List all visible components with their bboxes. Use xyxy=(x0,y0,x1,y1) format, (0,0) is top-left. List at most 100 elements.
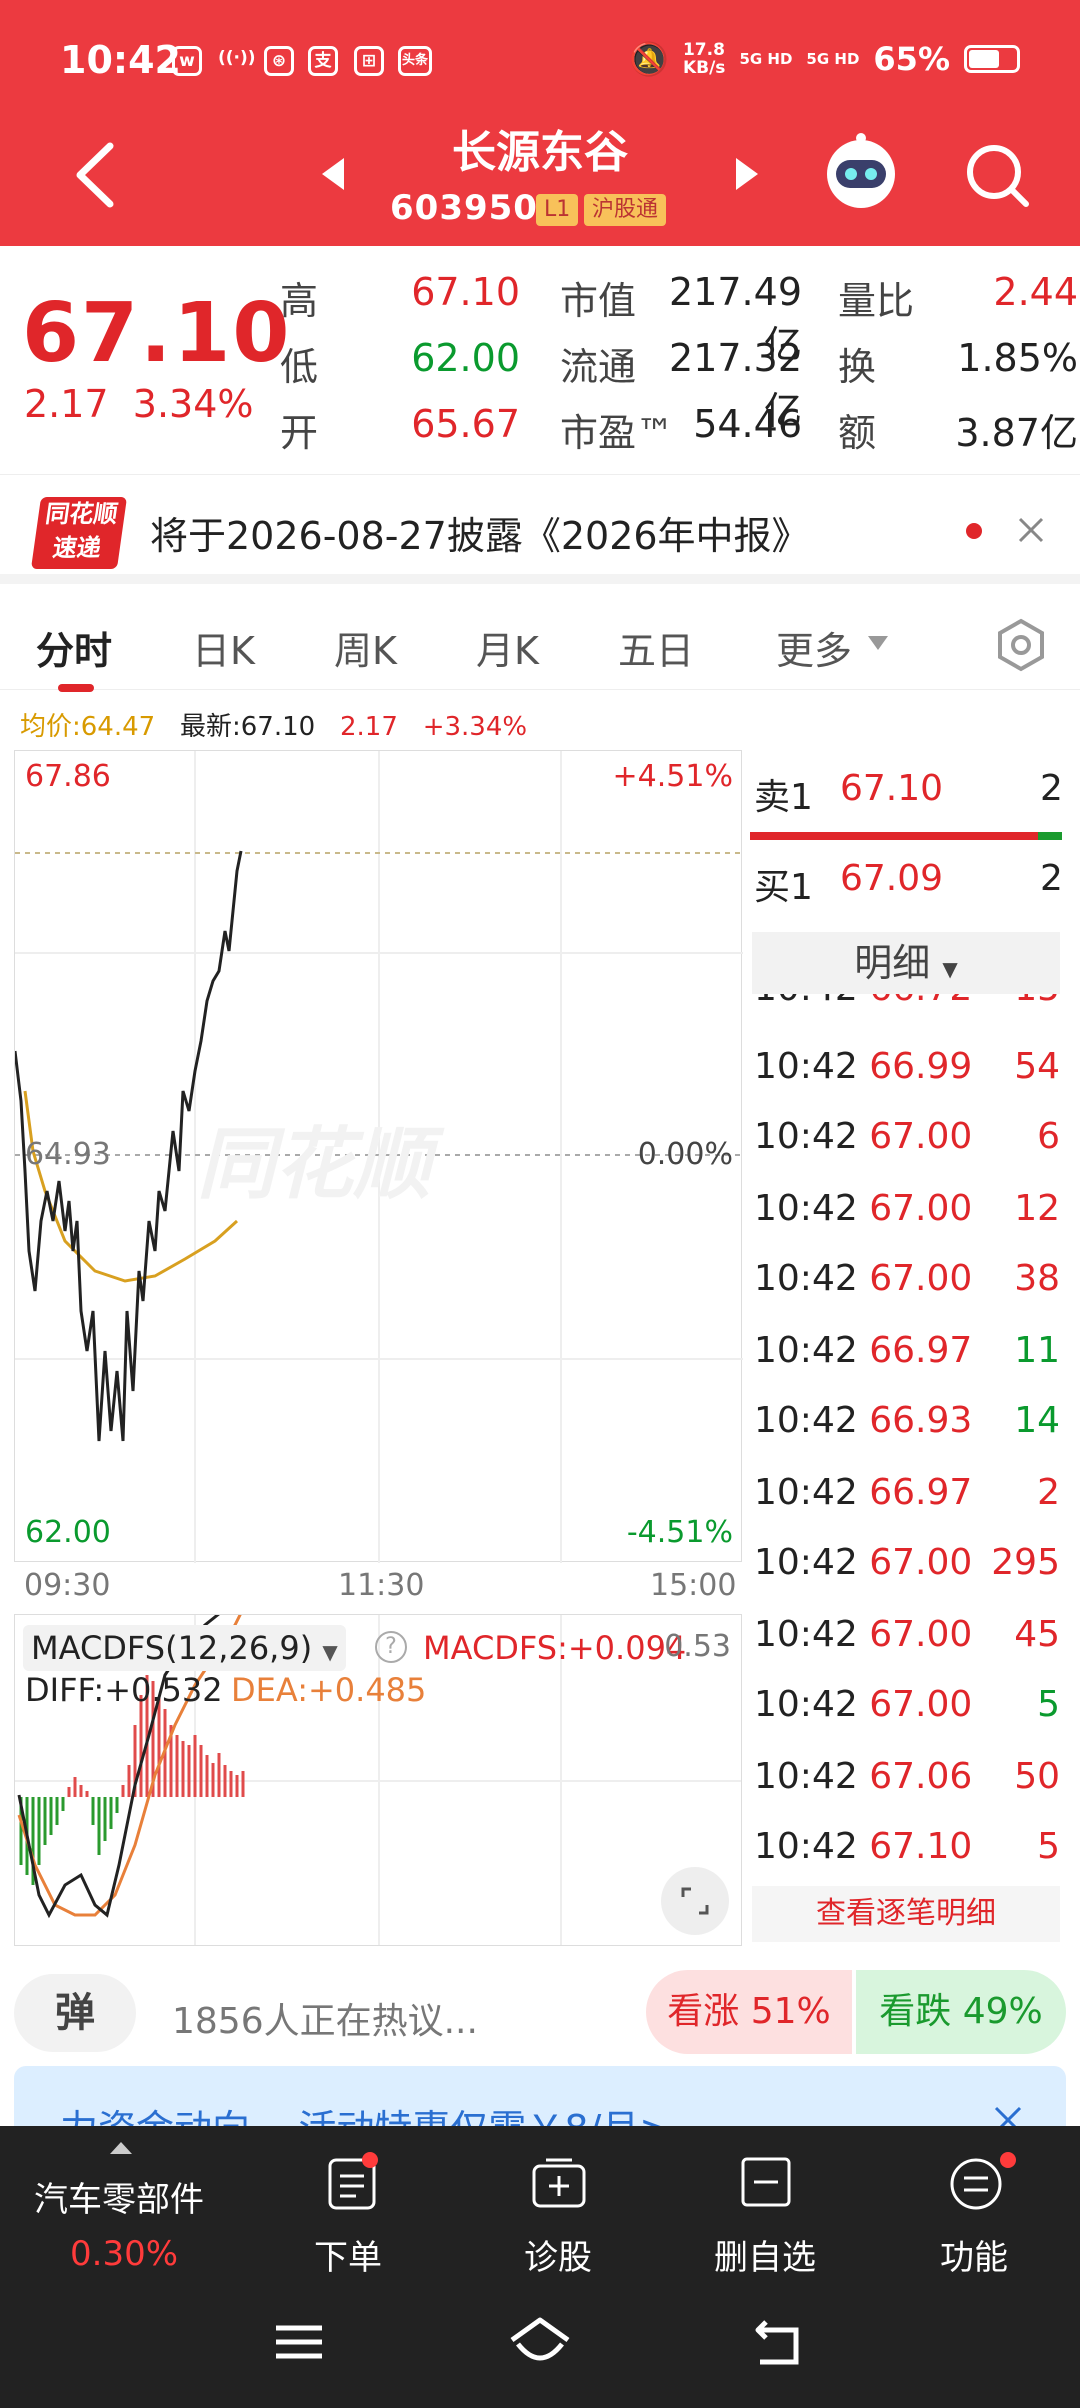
robot-assistant-icon[interactable] xyxy=(820,130,902,212)
nav-diagnose[interactable]: 诊股 xyxy=(524,2230,592,2279)
quote-panel: 67.10 2.17 3.34% 高 67.10 市值 217.49亿 量比 2… xyxy=(0,246,1080,472)
app-icon: ⊛ xyxy=(264,46,294,76)
remove-watchlist-icon[interactable] xyxy=(740,2156,792,2208)
intraday-chart[interactable]: 同花顺 67.86 +4.51% 64.93 0.00% 62.00 -4.51… xyxy=(14,750,743,1563)
list-item: 10:42 67.00 45 xyxy=(754,1614,1060,1655)
time-end: 15:00 xyxy=(650,1568,737,1603)
app-header: 10:42 w ((·)) ⊛ 支 ⊞ 头条 🔕 17.8 KB/s 5G HD… xyxy=(0,0,1080,246)
chevron-down-icon: ▼ xyxy=(942,957,958,981)
label-low: 低 xyxy=(280,345,319,389)
news-banner[interactable]: 同花顺 速递 将于2026-08-27披露《2026年中报》 xyxy=(0,474,1080,584)
menu-icon[interactable] xyxy=(274,2322,324,2362)
value-turnover: 1.85% xyxy=(957,336,1078,380)
back-nav-icon[interactable] xyxy=(752,2318,808,2366)
list-item: 10:42 67.00 12 xyxy=(754,1188,1060,1229)
vote-down-button[interactable]: 看跌 49% xyxy=(856,1970,1066,2054)
tab-weekly-k[interactable]: 周K xyxy=(334,620,397,675)
fullscreen-icon xyxy=(681,1887,709,1915)
search-icon[interactable] xyxy=(962,140,1032,210)
label-amount: 额 xyxy=(838,411,877,455)
list-item: 10:42 67.10 5 xyxy=(754,1826,1060,1867)
next-stock-icon[interactable] xyxy=(732,156,762,192)
danmu-toggle[interactable]: 弹 xyxy=(14,1974,136,2052)
fullscreen-button[interactable] xyxy=(661,1867,729,1935)
list-item: 10:42 66.99 54 xyxy=(754,1046,1060,1087)
avg-price: 均价:64.47 xyxy=(20,712,156,742)
chevron-up-icon xyxy=(110,2142,132,2154)
list-item: 10:42 67.00 38 xyxy=(754,1258,1060,1299)
label-mktcap: 市值 xyxy=(560,279,637,323)
banner-text: 将于2026-08-27披露《2026年中报》 xyxy=(150,514,810,558)
home-icon[interactable] xyxy=(508,2316,572,2366)
function-icon[interactable] xyxy=(946,2150,1020,2212)
tab-monthly-k[interactable]: 月K xyxy=(476,620,539,675)
vote-up-button[interactable]: 看涨 51% xyxy=(646,1970,852,2054)
bank-icon: ⊞ xyxy=(354,46,384,76)
help-icon[interactable]: ? xyxy=(375,1631,407,1663)
list-item: 10:42 67.00 5 xyxy=(754,1684,1060,1725)
stock-code: 603950 xyxy=(390,188,538,228)
battery-text: 65% xyxy=(873,40,950,78)
buy1-label: 买1 xyxy=(754,867,813,908)
tick-list[interactable]: 10:42 66.7215 10:42 66.9954 10:42 67.006… xyxy=(750,994,1066,1884)
buy1-volume: 2 xyxy=(1040,858,1063,899)
net-speed: 17.8 KB/s xyxy=(682,40,726,78)
tab-daily-k[interactable]: 日K xyxy=(192,620,255,675)
close-icon[interactable] xyxy=(1016,515,1046,545)
label-turnover: 换 xyxy=(838,345,877,389)
view-all-ticks-link[interactable]: 查看逐笔明细 xyxy=(752,1886,1060,1942)
watermark: 同花顺 xyxy=(197,1120,445,1210)
macd-name: MACDFS(12,26,9) xyxy=(31,1629,313,1667)
label-volratio: 量比 xyxy=(838,279,915,323)
macd-dea: DEA:+0.485 xyxy=(231,1671,427,1709)
macd-indicator-select[interactable]: MACDFS(12,26,9) ▼ xyxy=(23,1625,346,1671)
alipay-icon: 支 xyxy=(308,46,338,76)
buy-sell-ratio-bar xyxy=(750,832,1062,840)
detail-dropdown[interactable]: 明细 ▼ xyxy=(752,932,1060,994)
value-low: 62.00 xyxy=(411,336,520,380)
chevron-down-icon: ▼ xyxy=(322,1640,338,1664)
bottom-nav: 汽车零部件 0.30% 下单 诊股 删自选 功能 xyxy=(0,2126,1080,2408)
order-icon[interactable] xyxy=(326,2152,382,2212)
value-open: 65.67 xyxy=(411,402,520,446)
nav-function[interactable]: 功能 xyxy=(940,2230,1008,2279)
chevron-down-icon xyxy=(868,636,888,650)
macd-value: MACDFS:+0.094 xyxy=(423,1629,687,1667)
change-value: 2.17 xyxy=(24,382,109,426)
status-right: 🔕 17.8 KB/s 5G HD 5G HD 65% xyxy=(629,40,1020,78)
danmu-label: 弹 xyxy=(55,1990,95,2036)
signal-2: 5G HD xyxy=(806,50,860,68)
macd-chart[interactable]: MACDFS(12,26,9) ▼ ? MACDFS:+0.094 0.53 D… xyxy=(14,1614,742,1946)
list-item: 10:42 66.93 14 xyxy=(754,1400,1060,1441)
diagnose-icon[interactable] xyxy=(530,2154,588,2212)
intraday-chart-svg: 同花顺 xyxy=(15,751,743,1563)
value-amount: 3.87亿 xyxy=(955,411,1078,455)
tab-more[interactable]: 更多 xyxy=(776,620,852,675)
nav-remove-watchlist[interactable]: 删自选 xyxy=(714,2230,816,2279)
bottom-pct-label: -4.51% xyxy=(626,1515,733,1550)
tab-five-day[interactable]: 五日 xyxy=(618,620,694,675)
toutiao-icon: 头条 xyxy=(398,46,432,76)
tab-intraday[interactable]: 分时 xyxy=(36,620,112,675)
label-float: 流通 xyxy=(560,345,637,389)
time-mid: 11:30 xyxy=(338,1568,425,1603)
battery-icon xyxy=(964,45,1020,73)
time-start: 09:30 xyxy=(24,1568,111,1603)
discuss-text[interactable]: 1856人正在热议... xyxy=(172,1992,478,2044)
top-pct-label: +4.51% xyxy=(612,759,733,794)
change-pct: 3.34% xyxy=(132,382,254,426)
sell1-volume: 2 xyxy=(1040,768,1063,809)
label-high: 高 xyxy=(280,279,319,323)
sector-pct: 0.30% xyxy=(70,2234,179,2274)
value-pe: 54.46 xyxy=(693,402,802,446)
nav-order[interactable]: 下单 xyxy=(314,2230,382,2279)
latest-change: 2.17 xyxy=(340,712,398,742)
list-item: 10:42 67.00 295 xyxy=(754,1542,1060,1583)
status-time: 10:42 xyxy=(60,38,181,82)
broadcast-icon: ((·)) xyxy=(218,48,256,68)
sector-name[interactable]: 汽车零部件 xyxy=(34,2172,204,2221)
weibo-icon: w xyxy=(172,46,202,76)
value-high: 67.10 xyxy=(411,270,520,314)
active-tab-indicator xyxy=(58,684,94,692)
settings-icon[interactable] xyxy=(994,618,1048,672)
